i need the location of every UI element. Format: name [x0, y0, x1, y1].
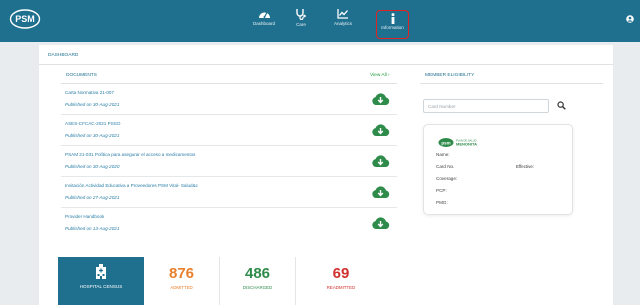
- document-row: Invitación Actividad Educativa a Proveed…: [61, 178, 397, 208]
- page-title: DASHBOARD: [48, 53, 79, 58]
- admitted-label: ADMITTED: [170, 285, 193, 290]
- discharged-count: 486: [244, 265, 271, 282]
- card-number-input[interactable]: [423, 99, 549, 113]
- document-date: Published on 30-Aug-2021: [65, 102, 120, 107]
- admitted-tile[interactable]: 876 ADMITTED: [144, 257, 220, 305]
- view-all-link[interactable]: View All ›: [370, 73, 390, 78]
- card-field-pmg: PMG:: [436, 200, 448, 205]
- document-title[interactable]: Invitación Actividad Educativa a Proveed…: [65, 183, 198, 188]
- document-title[interactable]: Carta Normativa 21-007: [65, 90, 114, 95]
- document-date: Published on 30-Aug-2021: [65, 133, 120, 138]
- document-title[interactable]: ASES-CFCAC-2021 PSSO: [65, 121, 120, 126]
- gauge-icon: [258, 12, 270, 18]
- card-field-coverage: Coverage:: [436, 176, 458, 181]
- panel-header: DASHBOARD: [39, 45, 613, 65]
- document-date: Published on 13-Aug-2021: [65, 226, 120, 231]
- nav-label-information: Information: [381, 25, 404, 30]
- readmitted-label: READMITTED: [326, 285, 356, 290]
- documents-heading: DOCUMENTS: [66, 73, 97, 78]
- nav-analytics[interactable]: Analytics: [323, 8, 363, 38]
- hospital-icon: [96, 264, 106, 279]
- discharged-label: DISCHARGED: [242, 285, 273, 290]
- member-card: psm PLAN DE SALUD MENONITA Name: Card No…: [423, 124, 573, 215]
- logo-text: PSM: [15, 14, 35, 24]
- document-date: Published on 30-Aug-2020: [65, 164, 120, 169]
- view-all-label: View All: [370, 73, 387, 78]
- document-row: Carta Normativa 21-007 Published on 30-A…: [61, 85, 397, 115]
- member-eligibility-divider: [420, 83, 603, 84]
- line-chart-icon: [337, 9, 348, 19]
- top-navigation-bar: PSM Dashboard Care Analytics Information: [0, 0, 640, 42]
- document-title[interactable]: PSAM 21-031 Política para asegurar el ac…: [65, 152, 195, 157]
- discharged-tile[interactable]: 486 DISCHARGED: [220, 257, 296, 305]
- nav-label-analytics: Analytics: [333, 21, 352, 26]
- nav-care[interactable]: Care: [281, 8, 321, 38]
- document-row: ASES-CFCAC-2021 PSSO Published on 30-Aug…: [61, 116, 397, 146]
- nav-label-dashboard: Dashboard: [252, 21, 275, 26]
- document-title[interactable]: Provider Handbook: [65, 214, 104, 219]
- document-row: Provider Handbook Published on 13-Aug-20…: [61, 209, 397, 239]
- cloud-download-icon[interactable]: [371, 184, 390, 199]
- member-eligibility-heading: MEMBER ELIGIBILITY: [425, 73, 475, 78]
- card-field-card-no: Card No.: [436, 164, 455, 169]
- info-icon: [391, 13, 394, 24]
- hospital-census-tile[interactable]: HOSPITAL CENSUS: [58, 257, 144, 305]
- svg-text:MENONITA: MENONITA: [456, 142, 477, 147]
- cloud-download-icon[interactable]: [371, 122, 390, 137]
- document-date: Published on 27-Aug-2021: [65, 195, 120, 200]
- user-icon[interactable]: [626, 15, 634, 23]
- document-row: PSAM 21-031 Política para asegurar el ac…: [61, 147, 397, 177]
- readmitted-count: 69: [332, 265, 350, 282]
- hospital-census-label: HOSPITAL CENSUS: [79, 284, 123, 289]
- stethoscope-icon: [296, 9, 306, 20]
- nav-label-care: Care: [296, 22, 306, 27]
- svg-text:psm: psm: [441, 140, 450, 145]
- nav-dashboard[interactable]: Dashboard: [244, 8, 284, 38]
- nav-information[interactable]: Information: [376, 10, 409, 39]
- card-field-name: Name:: [436, 152, 450, 157]
- documents-divider: [61, 83, 397, 84]
- readmitted-tile[interactable]: 69 READMITTED: [296, 257, 386, 305]
- psm-logo[interactable]: PSM: [9, 8, 41, 34]
- cloud-download-icon[interactable]: [371, 153, 390, 168]
- search-icon[interactable]: [557, 101, 566, 110]
- plan-logo: psm PLAN DE SALUD MENONITA: [438, 138, 477, 147]
- cloud-download-icon[interactable]: [371, 91, 390, 106]
- card-field-pcp: PCP:: [436, 188, 447, 193]
- cloud-download-icon[interactable]: [371, 215, 390, 230]
- card-status: Effective:: [516, 164, 534, 169]
- admitted-count: 876: [168, 265, 195, 282]
